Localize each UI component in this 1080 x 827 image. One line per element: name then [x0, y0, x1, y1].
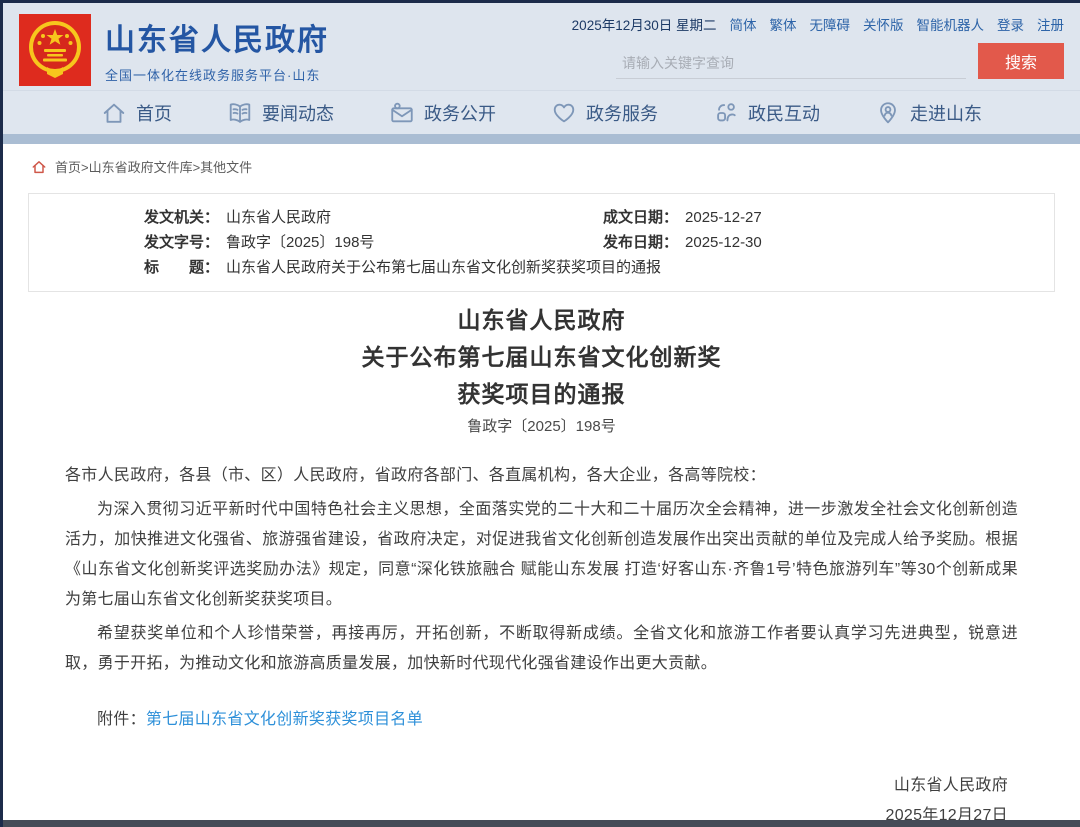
meta-value: 山东省人民政府关于公布第七届山东省文化创新奖获奖项目的通报 [226, 255, 661, 280]
link-traditional-chinese[interactable]: 繁体 [770, 14, 797, 34]
nav-item-news[interactable]: 要闻动态 [227, 100, 334, 126]
document-meta-box: 发文机关： 山东省人民政府 成文日期： 2025-12-27 发文字号： 鲁政字… [28, 193, 1055, 292]
topbar-links: 2025年12月30日 星期二 简体 繁体 无障碍 关怀版 智能机器人 登录 注… [616, 14, 1064, 34]
attachment-link[interactable]: 第七届山东省文化创新奖获奖项目名单 [146, 711, 423, 728]
heart-icon [551, 100, 577, 126]
meta-value: 山东省人民政府 [226, 205, 331, 230]
link-accessibility[interactable]: 无障碍 [810, 14, 851, 34]
document-title: 山东省人民政府 关于公布第七届山东省文化创新奖 获奖项目的通报 [3, 302, 1080, 413]
salutation: 各市人民政府，各县（市、区）人民政府，省政府各部门、各直属机构，各大企业，各高等… [65, 461, 1018, 491]
meta-label: 发布日期： [603, 230, 678, 255]
document-title-line: 获奖项目的通报 [3, 376, 1080, 413]
site-header: 山东省人民政府 全国一体化在线政务服务平台·山东 2025年12月30日 星期二… [3, 3, 1080, 90]
site-title: 山东省人民政府 [105, 15, 329, 59]
link-care-version[interactable]: 关怀版 [863, 14, 904, 34]
nav-label: 政务公开 [424, 100, 496, 126]
current-date: 2025年12月30日 星期二 [572, 14, 717, 34]
document-body: 各市人民政府，各县（市、区）人民政府，省政府各部门、各直属机构，各大企业，各高等… [65, 461, 1018, 827]
paragraph: 为深入贯彻习近平新时代中国特色社会主义思想，全面落实党的二十大和二十届历次全会精… [65, 495, 1018, 615]
brand-text: 山东省人民政府 全国一体化在线政务服务平台·山东 [105, 15, 329, 84]
document-title-line: 山东省人民政府 [3, 302, 1080, 339]
main-nav: 首页 要闻动态 政务公开 政务服务 政民互动 [3, 90, 1080, 134]
nav-item-home[interactable]: 首页 [101, 100, 172, 126]
nav-item-open-government[interactable]: 政务公开 [389, 100, 496, 126]
nav-item-interaction[interactable]: 政民互动 [713, 100, 820, 126]
nav-label: 要闻动态 [262, 100, 334, 126]
map-pin-icon [875, 100, 901, 126]
meta-label: 发文字号： [144, 230, 219, 255]
site-brand[interactable]: 山东省人民政府 全国一体化在线政务服务平台·山东 [19, 3, 329, 90]
signer-name: 山东省人民政府 [65, 771, 1008, 801]
document-number: 鲁政字〔2025〕198号 [3, 417, 1080, 437]
meta-label: 发文机关： [144, 205, 219, 230]
search-button[interactable]: 搜索 [978, 43, 1064, 79]
paragraph: 希望获奖单位和个人珍惜荣誉，再接再厉，开拓创新，不断取得新成绩。全省文化和旅游工… [65, 619, 1018, 679]
meta-issuing-agency: 发文机关： 山东省人民政府 [29, 205, 603, 230]
nav-label: 首页 [136, 100, 172, 126]
search-bar: 搜索 [616, 43, 1064, 79]
meta-doc-number: 发文字号： 鲁政字〔2025〕198号 [29, 230, 603, 255]
link-smart-robot[interactable]: 智能机器人 [917, 14, 985, 34]
breadcrumb: 首页>山东省政府文件库>其他文件 [3, 144, 1080, 185]
interaction-icon [713, 100, 739, 126]
meta-value: 2025-12-30 [685, 230, 762, 255]
meta-value: 鲁政字〔2025〕198号 [226, 230, 374, 255]
link-login[interactable]: 登录 [997, 14, 1024, 34]
signature-block: 山东省人民政府 2025年12月27日 [65, 771, 1018, 827]
home-icon [31, 159, 47, 175]
news-book-icon [227, 100, 253, 126]
meta-publish-date: 发布日期： 2025-12-30 [603, 230, 1054, 255]
home-icon [101, 100, 127, 126]
search-input[interactable] [616, 48, 966, 79]
national-emblem-logo-icon [19, 14, 91, 86]
header-right: 2025年12月30日 星期二 简体 繁体 无障碍 关怀版 智能机器人 登录 注… [616, 3, 1064, 90]
document-title-line: 关于公布第七届山东省文化创新奖 [3, 339, 1080, 376]
page: 山东省人民政府 全国一体化在线政务服务平台·山东 2025年12月30日 星期二… [0, 0, 1080, 827]
meta-written-date: 成文日期： 2025-12-27 [603, 205, 1054, 230]
nav-label: 走进山东 [910, 100, 982, 126]
bottom-edge-band [3, 820, 1080, 827]
link-register[interactable]: 注册 [1037, 14, 1064, 34]
meta-label: 标 题： [144, 255, 219, 280]
site-subtitle: 全国一体化在线政务服务平台·山东 [105, 65, 329, 84]
envelope-icon [389, 100, 415, 126]
link-simplified-chinese[interactable]: 简体 [730, 14, 757, 34]
meta-value: 2025-12-27 [685, 205, 762, 230]
attachment-line: 附件：第七届山东省文化创新奖获奖项目名单 [65, 705, 1018, 735]
nav-label: 政民互动 [748, 100, 820, 126]
nav-item-services[interactable]: 政务服务 [551, 100, 658, 126]
nav-label: 政务服务 [586, 100, 658, 126]
breadcrumb-path[interactable]: 首页>山东省政府文件库>其他文件 [55, 157, 252, 176]
meta-label: 成文日期： [603, 205, 678, 230]
attachment-label: 附件： [97, 711, 146, 728]
divider-strip [3, 134, 1080, 144]
meta-title: 标 题： 山东省人民政府关于公布第七届山东省文化创新奖获奖项目的通报 [29, 255, 1054, 280]
nav-item-visit-shandong[interactable]: 走进山东 [875, 100, 982, 126]
